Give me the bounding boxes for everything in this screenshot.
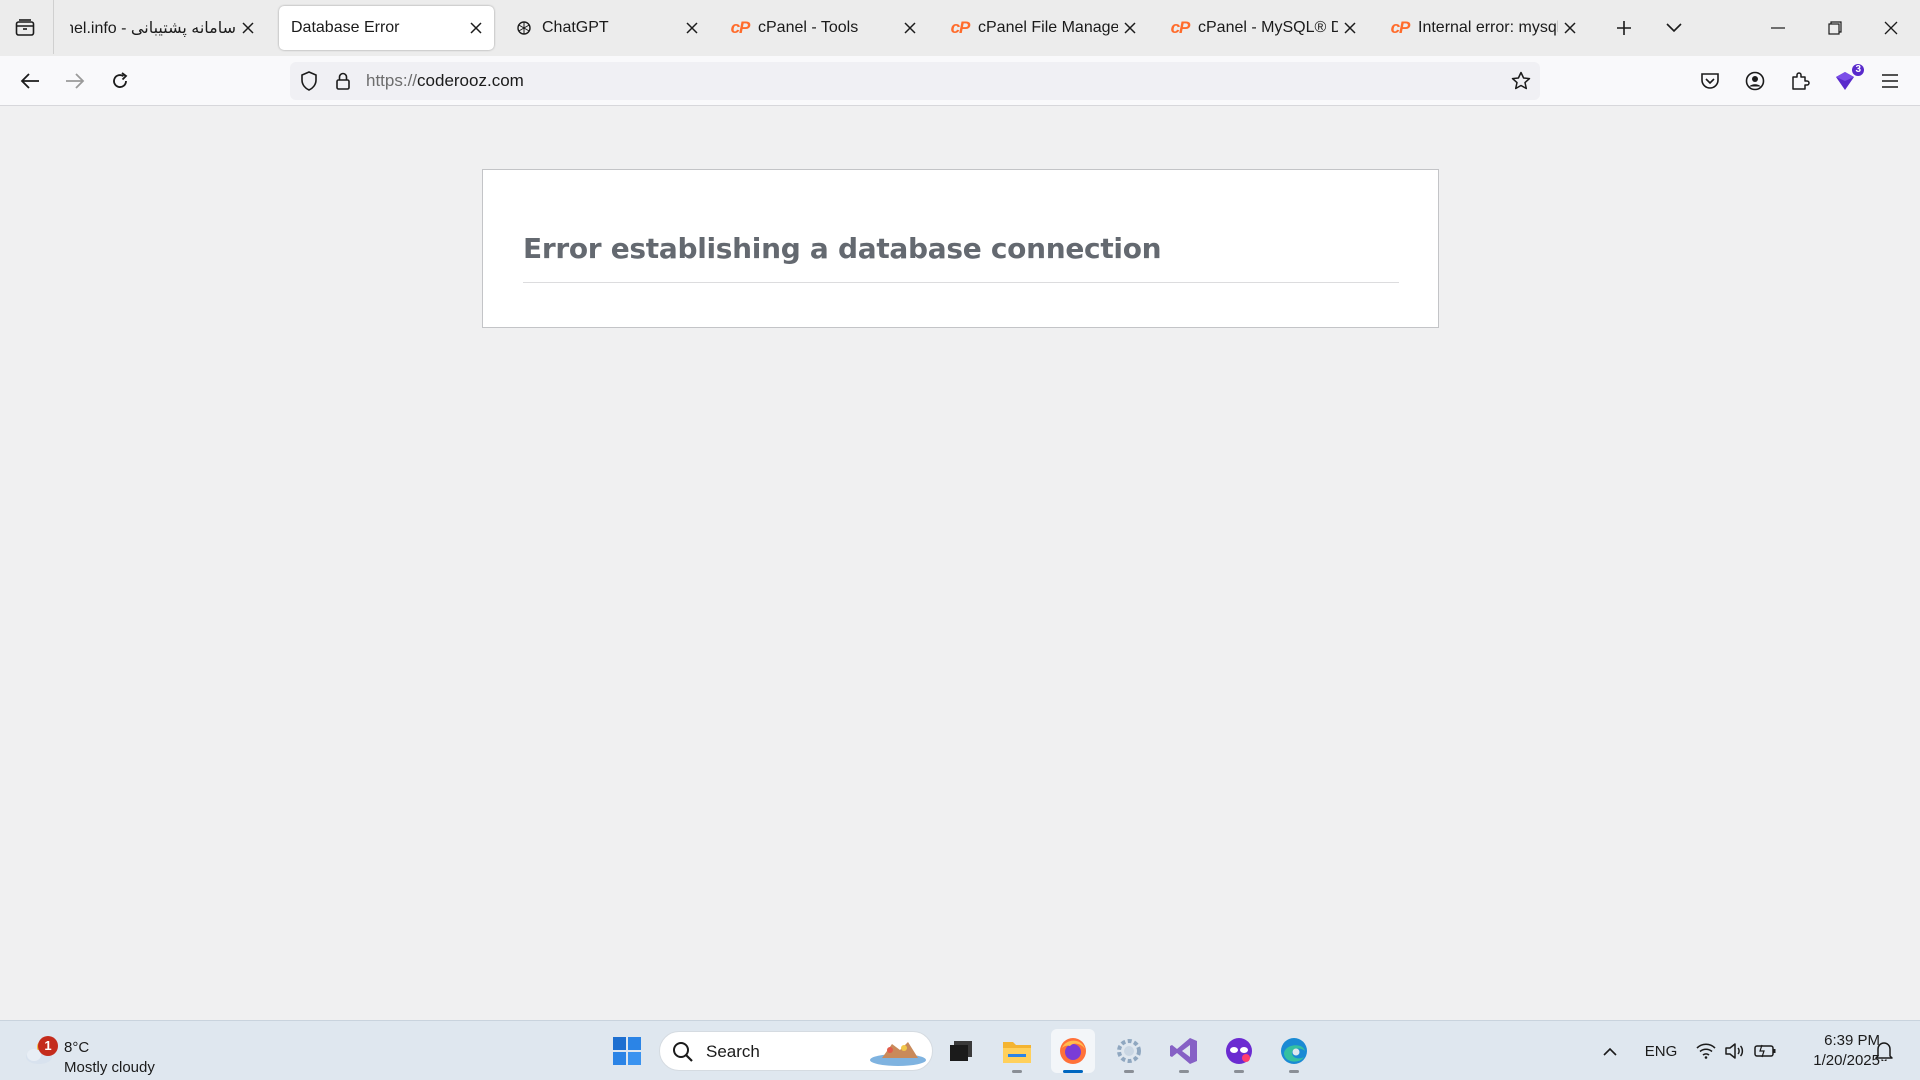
- url-text[interactable]: https://coderooz.com: [366, 71, 524, 91]
- chevron-down-icon[interactable]: [1660, 14, 1688, 42]
- running-indicator: [1012, 1070, 1022, 1073]
- back-arrow-icon[interactable]: [15, 66, 45, 96]
- firefox-view-icon[interactable]: [10, 14, 40, 42]
- close-icon[interactable]: [680, 16, 704, 40]
- window-close-icon[interactable]: [1868, 8, 1914, 48]
- task-view-icon[interactable]: [939, 1029, 983, 1073]
- error-panel: Error establishing a database connection: [482, 169, 1439, 328]
- running-indicator: [1063, 1070, 1083, 1073]
- system-clock[interactable]: 6:39 PM 1/20/2025: [1784, 1031, 1880, 1071]
- account-icon[interactable]: [1742, 68, 1768, 94]
- address-bar[interactable]: https://coderooz.com: [290, 62, 1540, 100]
- tab-title: cPanel - Tools: [758, 19, 859, 36]
- tab-cpanel-file-manager[interactable]: cP cPanel File Manager v: [938, 6, 1148, 50]
- url-host: coderooz.com: [417, 71, 524, 90]
- input-language[interactable]: ENG: [1643, 1037, 1679, 1065]
- visual-studio-icon[interactable]: [1162, 1029, 1206, 1073]
- edge-icon[interactable]: [1272, 1029, 1316, 1073]
- hamburger-menu-icon[interactable]: [1877, 68, 1903, 94]
- running-indicator: [1124, 1070, 1134, 1073]
- close-icon[interactable]: [236, 16, 260, 40]
- search-label: Search: [706, 1042, 760, 1061]
- minimize-icon[interactable]: [1755, 8, 1801, 48]
- battery-icon[interactable]: [1752, 1037, 1778, 1065]
- tab-title: سامانه پشتیبانی - nel.info: [70, 20, 236, 37]
- tab-title: Database Error: [291, 19, 400, 36]
- tab-title: Internal error: mysqli_s: [1418, 19, 1558, 36]
- pocket-icon[interactable]: [1697, 68, 1723, 94]
- volume-icon[interactable]: [1722, 1037, 1746, 1065]
- close-icon[interactable]: [464, 16, 488, 40]
- chatgpt-icon: [514, 18, 534, 38]
- notification-bell-icon[interactable]: [1872, 1037, 1896, 1065]
- extension-badge: 3: [1852, 64, 1864, 76]
- weather-widget[interactable]: 1 8°C Mostly cloudy: [20, 1029, 180, 1076]
- weather-condition: Mostly cloudy: [64, 1059, 155, 1076]
- cpanel-icon: cP: [730, 18, 751, 37]
- tab-title: cPanel - MySQL® Dat: [1198, 19, 1338, 36]
- lock-icon[interactable]: [332, 70, 354, 92]
- divider: [523, 282, 1399, 283]
- running-indicator: [1179, 1070, 1189, 1073]
- tab-internal-error[interactable]: cP Internal error: mysqli_s: [1378, 6, 1588, 50]
- wifi-icon[interactable]: [1694, 1037, 1718, 1065]
- vpn-mask-app-icon[interactable]: [1217, 1029, 1261, 1073]
- running-indicator: [1289, 1070, 1299, 1073]
- running-indicator: [1234, 1070, 1244, 1073]
- firefox-icon[interactable]: [1051, 1029, 1095, 1073]
- tab-title: cPanel File Manager v: [978, 19, 1118, 36]
- weather-temperature: 8°C: [64, 1039, 90, 1056]
- error-heading: Error establishing a database connection: [523, 232, 1162, 265]
- cpanel-icon: cP: [950, 18, 971, 37]
- tab-strip: سامانه پشتیبانی - nel.info Database Erro…: [0, 0, 1920, 56]
- bookmark-star-icon[interactable]: [1510, 70, 1532, 92]
- close-icon[interactable]: [1118, 16, 1142, 40]
- tab-database-error[interactable]: Database Error: [279, 6, 494, 50]
- search-icon: [673, 1042, 693, 1062]
- tab-support[interactable]: سامانه پشتیبانی - nel.info: [56, 6, 266, 50]
- extension-icon[interactable]: 3: [1832, 64, 1864, 94]
- close-icon[interactable]: [1338, 16, 1362, 40]
- tab-chatgpt[interactable]: ChatGPT: [502, 6, 710, 50]
- extensions-puzzle-icon[interactable]: [1787, 68, 1813, 94]
- navigation-toolbar: https://coderooz.com 3: [0, 56, 1920, 106]
- tab-cpanel-tools[interactable]: cP cPanel - Tools: [718, 6, 928, 50]
- close-icon[interactable]: [898, 16, 922, 40]
- tab-separator: [53, 0, 54, 54]
- reload-icon[interactable]: [105, 66, 135, 96]
- close-icon[interactable]: [1558, 16, 1582, 40]
- settings-gear-icon[interactable]: [1107, 1029, 1151, 1073]
- file-explorer-icon[interactable]: [995, 1029, 1039, 1073]
- tracking-shield-icon[interactable]: [298, 70, 320, 92]
- forward-arrow-icon[interactable]: [60, 66, 90, 96]
- cpanel-icon: cP: [1170, 18, 1191, 37]
- clock-time: 6:39 PM: [1824, 1032, 1880, 1049]
- cpanel-icon: cP: [1390, 18, 1411, 37]
- tab-title: ChatGPT: [542, 19, 609, 36]
- search-highlight-art-icon: [870, 1042, 926, 1066]
- tab-cpanel-mysql[interactable]: cP cPanel - MySQL® Dat: [1158, 6, 1368, 50]
- windows-taskbar: 1 8°C Mostly cloudy Search ENG 6:39 PM 1…: [0, 1020, 1920, 1080]
- weather-alert-badge: 1: [38, 1036, 58, 1056]
- windows-start-icon[interactable]: [605, 1029, 649, 1073]
- url-scheme: https://: [366, 71, 418, 90]
- taskbar-search[interactable]: Search: [659, 1031, 933, 1071]
- restore-icon[interactable]: [1812, 8, 1858, 48]
- clock-date: 1/20/2025: [1813, 1052, 1880, 1069]
- page-content: Error establishing a database connection: [0, 106, 1920, 1020]
- chevron-up-icon[interactable]: [1598, 1037, 1622, 1065]
- new-tab-plus-icon[interactable]: [1610, 14, 1638, 42]
